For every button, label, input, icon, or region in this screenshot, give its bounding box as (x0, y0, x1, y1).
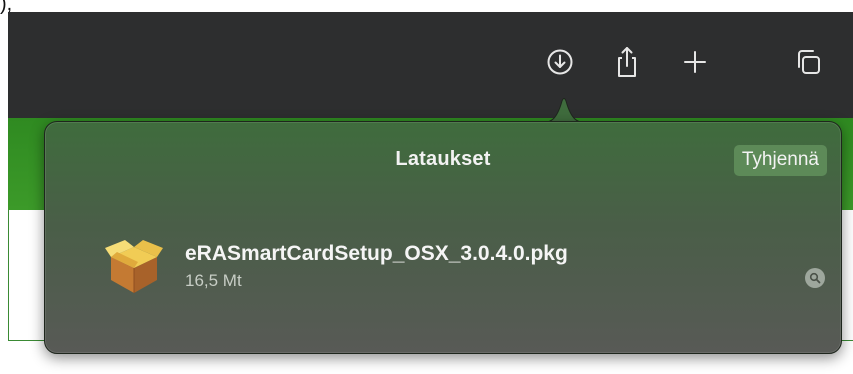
magnifier-icon (809, 272, 821, 284)
share-button[interactable] (605, 40, 649, 84)
browser-toolbar (8, 12, 853, 118)
new-tab-button[interactable] (673, 40, 717, 84)
clear-downloads-button[interactable]: Tyhjennä (733, 145, 827, 176)
download-file-size: 16,5 Mt (185, 271, 242, 290)
downloads-icon (547, 49, 573, 75)
browser-window: ), Lataukset Tyhjennä eRASmartCardSetup_… (0, 0, 853, 374)
download-file-name: eRASmartCardSetup_OSX_3.0.4.0.pkg (185, 242, 568, 265)
reveal-in-finder-button[interactable] (805, 268, 825, 288)
downloads-button[interactable] (538, 40, 582, 84)
tab-overview-icon (798, 50, 820, 74)
popover-title: Lataukset (395, 148, 491, 170)
download-item[interactable]: eRASmartCardSetup_OSX_3.0.4.0.pkg 16,5 M… (105, 234, 825, 304)
new-tab-icon (684, 51, 706, 73)
share-icon (618, 47, 636, 77)
window-top-edge: ), (0, 0, 853, 14)
downloads-popover: Lataukset Tyhjennä eRASmartCardSetup_OSX… (44, 121, 842, 354)
tab-overview-button[interactable] (786, 40, 830, 84)
popover-arrow (541, 98, 587, 123)
package-icon (105, 240, 163, 293)
content-border-left (8, 210, 9, 341)
